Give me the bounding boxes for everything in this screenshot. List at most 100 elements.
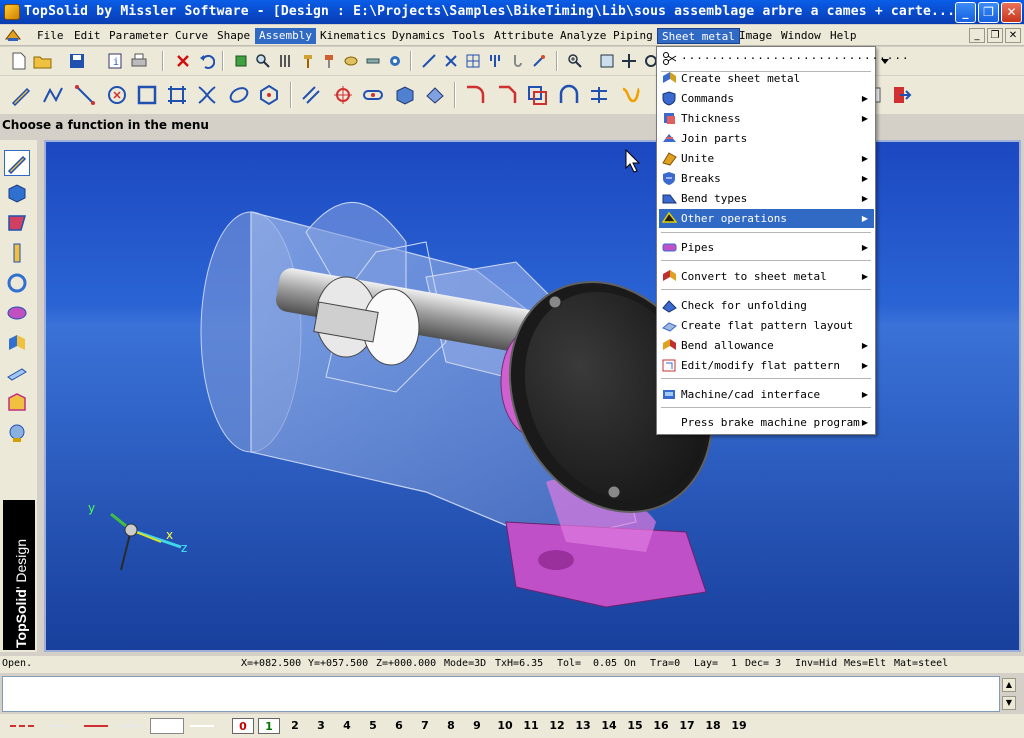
dimension-icon[interactable]: [588, 84, 610, 106]
menu-item-commands[interactable]: Commands ▶: [659, 89, 874, 108]
status-transparency[interactable]: Tra=0: [650, 658, 680, 669]
undo-icon[interactable]: [196, 50, 218, 72]
chamfer-icon[interactable]: [496, 84, 518, 106]
linestyle-dashed-red[interactable]: [10, 725, 34, 727]
menu-sheet-metal[interactable]: Sheet metal: [657, 28, 740, 44]
menu-tools[interactable]: Tools: [448, 28, 489, 44]
layer-1[interactable]: 1: [258, 718, 280, 734]
menu-curve[interactable]: Curve: [171, 28, 212, 44]
mdi-close-button[interactable]: ✕: [1005, 28, 1021, 43]
menu-item-check-for-unfolding[interactable]: Check for unfolding: [659, 296, 874, 315]
linestyle-thin[interactable]: [118, 725, 142, 727]
layer-9[interactable]: 9: [466, 718, 488, 734]
hook-icon[interactable]: [506, 50, 528, 72]
kinematic-mode-icon[interactable]: [4, 270, 30, 296]
analysis-mode-icon[interactable]: [4, 300, 30, 326]
scroll-down-button[interactable]: ▼: [1002, 696, 1016, 710]
menu-item-pipes[interactable]: Pipes ▶: [659, 238, 874, 257]
mdi-restore-button[interactable]: ❐: [987, 28, 1003, 43]
menu-window[interactable]: Window: [777, 28, 825, 44]
layer-15[interactable]: 15: [624, 718, 646, 734]
menu-shape[interactable]: Shape: [213, 28, 254, 44]
new-icon[interactable]: [8, 50, 30, 72]
menu-item-convert-to-sheet-metal[interactable]: Convert to sheet metal ▶: [659, 267, 874, 286]
bars-icon[interactable]: [274, 50, 296, 72]
mdi-minimize-button[interactable]: _: [969, 28, 985, 43]
menu-item-join-parts[interactable]: Join parts: [659, 129, 874, 148]
pan-icon[interactable]: [618, 50, 640, 72]
linestyle-white[interactable]: [190, 725, 214, 727]
polygon-icon[interactable]: [258, 84, 280, 106]
layer-10[interactable]: 10: [494, 718, 516, 734]
menu-item-create-sheet-metal[interactable]: Create sheet metal: [659, 69, 874, 88]
circle-icon[interactable]: [106, 84, 128, 106]
scroll-up-button[interactable]: ▲: [1002, 678, 1016, 692]
menu-parameter[interactable]: Parameter: [105, 28, 173, 44]
layer-0[interactable]: 0: [232, 718, 254, 734]
linestyle-blank[interactable]: [48, 725, 72, 727]
menu-item-bend-types[interactable]: Bend types ▶: [659, 189, 874, 208]
shaft-icon[interactable]: [362, 50, 384, 72]
layer-11[interactable]: 11: [520, 718, 542, 734]
menu-item-press-brake-machine-program[interactable]: Press brake machine program ▶: [659, 413, 874, 432]
measure-icon[interactable]: [418, 50, 440, 72]
zoom-icon[interactable]: [564, 50, 586, 72]
fillet-icon[interactable]: [464, 84, 486, 106]
command-input[interactable]: [2, 676, 1000, 712]
frame-icon[interactable]: [166, 84, 188, 106]
status-layer-value[interactable]: 1: [731, 658, 737, 669]
minimize-button[interactable]: _: [955, 2, 976, 23]
layer-3[interactable]: 3: [310, 718, 332, 734]
trim-icon[interactable]: [196, 84, 218, 106]
assembly-mode-icon[interactable]: [4, 240, 30, 266]
menu-item-machine-cad-interface[interactable]: Machine/cad interface ▶: [659, 385, 874, 404]
close-button[interactable]: ✕: [1001, 2, 1022, 23]
layer-7[interactable]: 7: [414, 718, 436, 734]
menu-item-breaks[interactable]: Breaks ▶: [659, 169, 874, 188]
delete-icon[interactable]: [172, 50, 194, 72]
menu-item-thickness[interactable]: Thickness ▶: [659, 109, 874, 128]
title-bar[interactable]: TopSolid by Missler Software - [Design :…: [0, 0, 1024, 24]
document-logo-icon[interactable]: [4, 27, 22, 43]
render-mode-icon[interactable]: [4, 420, 30, 446]
attach-icon[interactable]: [528, 50, 550, 72]
layer-4[interactable]: 4: [336, 718, 358, 734]
drawing-mode-icon[interactable]: [4, 360, 30, 386]
status-invisible[interactable]: Inv=Hid: [795, 658, 837, 669]
slot-icon[interactable]: [362, 84, 384, 106]
fork-icon[interactable]: [484, 50, 506, 72]
menu-help[interactable]: Help: [826, 28, 861, 44]
line-icon[interactable]: [74, 84, 96, 106]
bolt-icon[interactable]: [318, 50, 340, 72]
exit-icon[interactable]: [890, 84, 912, 106]
menu-kinematics[interactable]: Kinematics: [316, 28, 390, 44]
box-3d-icon[interactable]: [394, 84, 416, 106]
layer-18[interactable]: 18: [702, 718, 724, 734]
mold-mode-icon[interactable]: [4, 390, 30, 416]
linestyle-solid-red[interactable]: [84, 725, 108, 727]
status-tolerance-value[interactable]: 0.05: [593, 658, 617, 669]
polyline-icon[interactable]: [42, 84, 64, 106]
menu-item-edit-modify-flat-pattern[interactable]: Edit/modify flat pattern ▶: [659, 356, 874, 375]
layer-2[interactable]: 2: [284, 718, 306, 734]
status-measure[interactable]: Mes=Elt: [844, 658, 886, 669]
open-icon[interactable]: [32, 50, 54, 72]
hammer-icon[interactable]: [296, 50, 318, 72]
menu-edit[interactable]: Edit: [70, 28, 105, 44]
properties-icon[interactable]: i: [104, 50, 126, 72]
menu-item-create-flat-pattern-layout[interactable]: Create flat pattern layout: [659, 316, 874, 335]
parallel-lines-icon[interactable]: [300, 84, 322, 106]
center-point-icon[interactable]: [332, 84, 354, 106]
menu-attribute[interactable]: Attribute: [490, 28, 558, 44]
menu-item-unite[interactable]: Unite ▶: [659, 149, 874, 168]
tear-off-item[interactable]: ······························: [659, 49, 909, 68]
menu-assembly[interactable]: Assembly: [255, 28, 316, 44]
surface-mode-icon[interactable]: [4, 210, 30, 236]
extrude-icon[interactable]: [424, 84, 446, 106]
status-material[interactable]: Mat=steel: [894, 658, 948, 669]
menu-item-bend-allowance[interactable]: Bend allowance ▶: [659, 336, 874, 355]
cam-icon[interactable]: [384, 50, 406, 72]
menu-piping[interactable]: Piping: [609, 28, 657, 44]
status-text-height[interactable]: TxH=6.35: [495, 658, 543, 669]
arch-icon[interactable]: [558, 84, 580, 106]
